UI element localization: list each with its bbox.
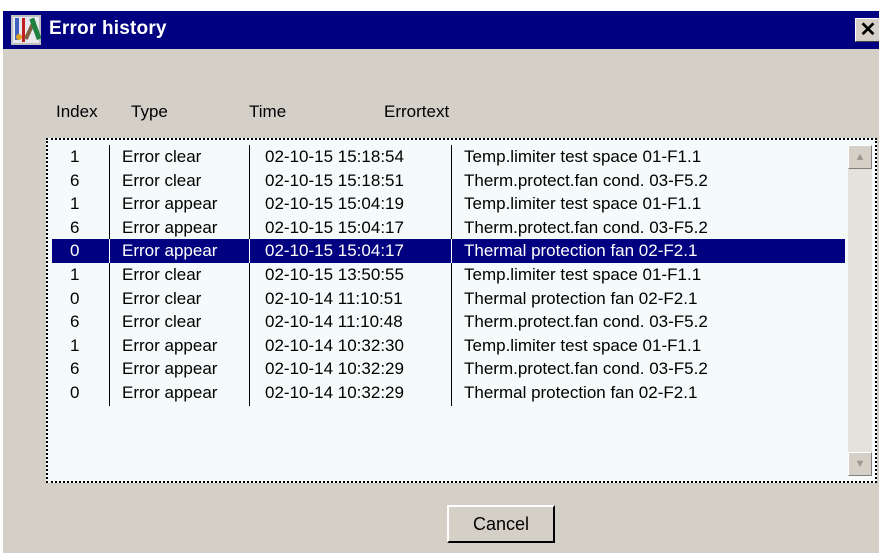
column-separator [451,145,452,406]
row-type: Error appear [122,194,218,214]
list-row[interactable]: 6 Error clear 02-10-15 15:18:51 Therm.prote… [52,169,845,193]
row-type: Error appear [122,217,218,237]
list-row[interactable]: 1 Error appear 02-10-15 15:04:19 Temp.limit… [52,192,845,216]
row-type: Error appear [122,359,218,379]
column-separator-selected [109,239,110,263]
row-type: Error clear [122,312,202,332]
row-index: 1 [70,335,80,355]
row-errortext: Thermal protection fan 02-F2.1 [464,288,698,308]
row-errortext: Therm.protect.fan cond. 03-F5.2 [464,170,708,190]
column-separator [249,145,250,406]
scroll-up-arrow-icon: ▲ [854,151,866,163]
row-index: 1 [70,194,80,214]
row-index: 1 [70,147,80,166]
row-errortext: Temp.limiter test space 01-F1.1 [464,335,702,355]
scroll-down-arrow-icon: ▼ [854,458,866,470]
row-time: 02-10-15 15:04:19 [265,194,404,214]
row-errortext: Thermal protection fan 02-F2.1 [464,241,698,261]
row-time: 02-10-15 15:18:51 [265,170,404,190]
row-errortext: Therm.protect.fan cond. 03-F5.2 [464,359,708,379]
list-row[interactable]: 0 Error appear 02-10-14 10:32:29 Thermal pr… [52,381,845,405]
error-history-dialog: Error history ✕ Index Type Time Errortex… [2,10,879,553]
scroll-down-button[interactable]: ▼ [848,452,872,476]
row-errortext: Therm.protect.fan cond. 03-F5.2 [464,312,708,332]
row-time: 02-10-15 15:04:17 [265,241,404,261]
close-icon: ✕ [859,19,877,41]
row-index: 6 [70,312,80,332]
row-type: Error appear [122,382,218,402]
list-row[interactable]: 0 Error clear 02-10-14 11:10:51 Thermal pro… [52,287,845,311]
row-type: Error clear [122,147,202,166]
row-index: 6 [70,170,80,190]
row-time: 02-10-15 15:04:17 [265,217,404,237]
row-errortext: Temp.limiter test space 01-F1.1 [464,194,702,214]
column-header-type: Type [131,102,168,121]
scroll-up-button[interactable]: ▲ [848,145,872,169]
row-errortext: Therm.protect.fan cond. 03-F5.2 [464,217,708,237]
list-row[interactable]: 6 Error appear 02-10-14 10:32:29 Therm.prot… [52,357,845,381]
row-time: 02-10-15 15:18:54 [265,147,404,166]
row-type: Error clear [122,264,202,284]
row-index: 0 [70,288,80,308]
cancel-button[interactable]: Cancel [447,505,555,543]
row-type: Error clear [122,288,202,308]
row-time: 02-10-14 11:10:48 [265,312,403,332]
row-errortext: Thermal protection fan 02-F2.1 [464,382,698,402]
dialog-title: Error history [49,18,167,39]
column-header-index: Index [56,102,98,121]
error-list[interactable]: 1 Error clear 02-10-15 15:18:54 Temp.limite… [46,138,877,483]
row-type: Error clear [122,170,202,190]
row-index: 6 [70,359,80,379]
list-row[interactable]: 6 Error appear 02-10-15 15:04:17 Therm.prot… [52,216,845,240]
list-row[interactable]: 0 Error appear 02-10-15 15:04:17 Thermal pr… [52,239,845,263]
row-time: 02-10-14 10:32:29 [265,359,404,379]
row-time: 02-10-14 11:10:51 [265,288,403,308]
list-row[interactable]: 1 Error clear 02-10-15 13:50:55 Temp.limite… [52,263,845,287]
row-errortext: Temp.limiter test space 01-F1.1 [464,264,702,284]
list-row[interactable]: 1 Error appear 02-10-14 10:32:30 Temp.limit… [52,334,845,358]
row-time: 02-10-14 10:32:30 [265,335,404,355]
row-errortext: Temp.limiter test space 01-F1.1 [464,147,702,166]
row-index: 0 [70,382,80,402]
title-bar[interactable]: Error history ✕ [3,11,879,49]
row-time: 02-10-15 13:50:55 [265,264,404,284]
vertical-scrollbar[interactable]: ▲ ▼ [848,145,872,476]
row-index: 6 [70,217,80,237]
column-separator-selected [451,239,452,263]
row-type: Error appear [122,241,218,261]
column-header-errortext: Errortext [384,102,450,121]
row-time: 02-10-14 10:32:29 [265,382,404,402]
column-separator [109,145,110,406]
column-header-time: Time [249,102,287,121]
error-list-rows: 1 Error clear 02-10-15 15:18:54 Temp.limite… [52,145,845,406]
close-button[interactable]: ✕ [855,18,879,42]
row-index: 0 [70,241,80,261]
wrench-tools-icon [11,15,41,45]
list-row[interactable]: 1 Error clear 02-10-15 15:18:54 Temp.limite… [52,145,845,169]
row-index: 1 [70,264,80,284]
row-type: Error appear [122,335,218,355]
list-row[interactable]: 6 Error clear 02-10-14 11:10:48 Therm.prote… [52,310,845,334]
column-separator-selected [249,239,250,263]
